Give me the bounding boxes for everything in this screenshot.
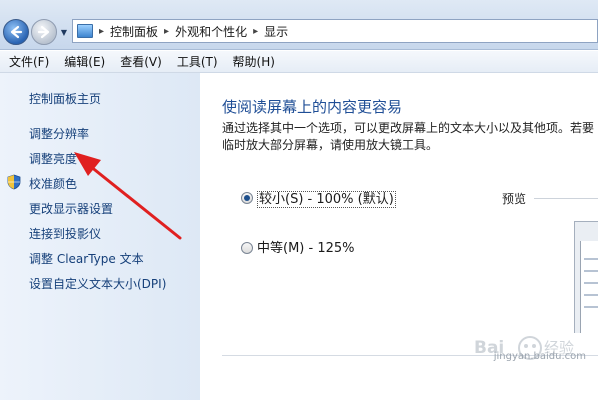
menu-tools[interactable]: 工具(T) [168,53,224,70]
sidebar-link-brightness[interactable]: 调整亮度 [29,150,77,167]
menu-bar: 文件(F) 编辑(E) 查看(V) 工具(T) 帮助(H) [0,51,598,73]
preview-line [584,270,598,272]
menu-edit[interactable]: 编辑(E) [55,53,111,70]
breadcrumb-control-panel[interactable]: 控制面板 [110,23,158,40]
menu-help[interactable]: 帮助(H) [224,53,281,70]
arrow-right-icon [37,25,50,39]
watermark-url: jingyan.baidu.com [493,351,586,362]
option-medium-label[interactable]: 中等(M) - 125% [257,237,354,256]
preview-line [584,282,598,284]
preview-window [580,241,598,333]
option-smaller-label[interactable]: 较小(S) - 100% (默认) [257,188,396,208]
sidebar: 控制面板主页 调整分辨率 调整亮度 校准颜色 更改显示器设置 连接到投影仪 调整… [0,73,200,400]
forward-button[interactable] [31,19,57,45]
history-dropdown[interactable]: ▼ [59,26,69,38]
shield-icon [7,174,21,190]
radio-medium[interactable] [241,242,253,254]
preview-line [584,306,598,308]
chevron-down-icon: ▼ [60,27,68,37]
arrow-left-icon [10,25,23,39]
control-panel-icon [77,24,93,38]
page-description: 通过选择其中一个选项，可以更改屏幕上的文本大小以及其他项。若要临时放大部分屏幕，… [222,121,595,152]
chevron-right-icon: ▸ [99,25,105,37]
sidebar-link-display-settings[interactable]: 更改显示器设置 [29,200,113,217]
sidebar-link-projector[interactable]: 连接到投影仪 [29,225,101,242]
page-title: 使阅读屏幕上的内容更容易 [222,98,403,116]
chevron-right-icon[interactable]: ▸ [164,26,169,37]
radio-smaller[interactable] [241,192,253,204]
preview-line [584,258,598,260]
breadcrumb-appearance[interactable]: 外观和个性化 [175,23,247,40]
chevron-right-icon[interactable]: ▸ [253,26,258,37]
menu-file[interactable]: 文件(F) [0,53,55,70]
sidebar-link-home[interactable]: 控制面板主页 [29,90,101,107]
preview-divider [534,198,598,199]
sidebar-link-custom-dpi[interactable]: 设置自定义文本大小(DPI) [29,275,166,292]
sidebar-link-resolution[interactable]: 调整分辨率 [29,125,89,142]
preview-label: 预览 [502,192,527,206]
option-smaller-text: 较小(S) - 100% (默认) [257,191,396,208]
sidebar-link-cleartype[interactable]: 调整 ClearType 文本 [29,250,144,267]
sidebar-link-calibrate-color[interactable]: 校准颜色 [29,175,77,192]
preview-line [584,294,598,296]
breadcrumb-display[interactable]: 显示 [264,23,288,40]
address-bar[interactable]: ▸ 控制面板 ▸ 外观和个性化 ▸ 显示 [72,19,598,43]
back-button[interactable] [3,19,29,45]
navigation-bar: ▼ ▸ 控制面板 ▸ 外观和个性化 ▸ 显示 [0,0,598,50]
menu-view[interactable]: 查看(V) [111,53,168,70]
